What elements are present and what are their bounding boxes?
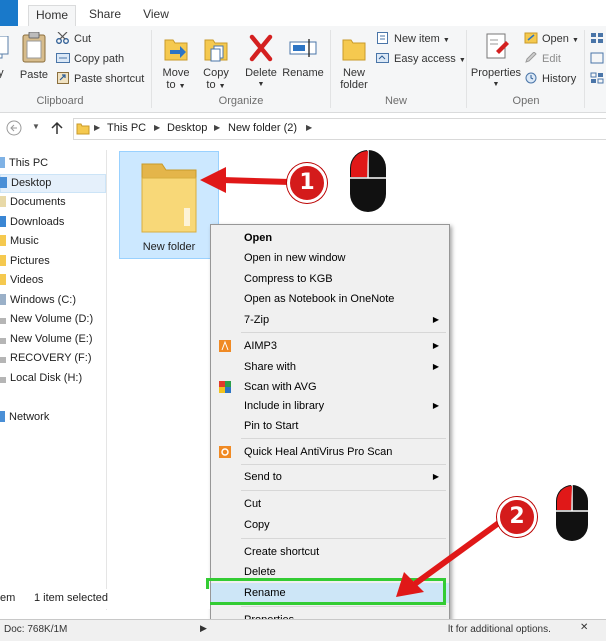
step-2-badge: 2 — [497, 497, 537, 537]
pointer-arrow-1 — [200, 167, 291, 193]
step-1-badge: 1 — [287, 163, 327, 203]
mouse-left-click-icon — [350, 150, 386, 212]
pointer-arrow-2 — [396, 519, 502, 597]
annotation-overlay — [200, 150, 588, 597]
mouse-left-click-icon — [556, 485, 588, 541]
